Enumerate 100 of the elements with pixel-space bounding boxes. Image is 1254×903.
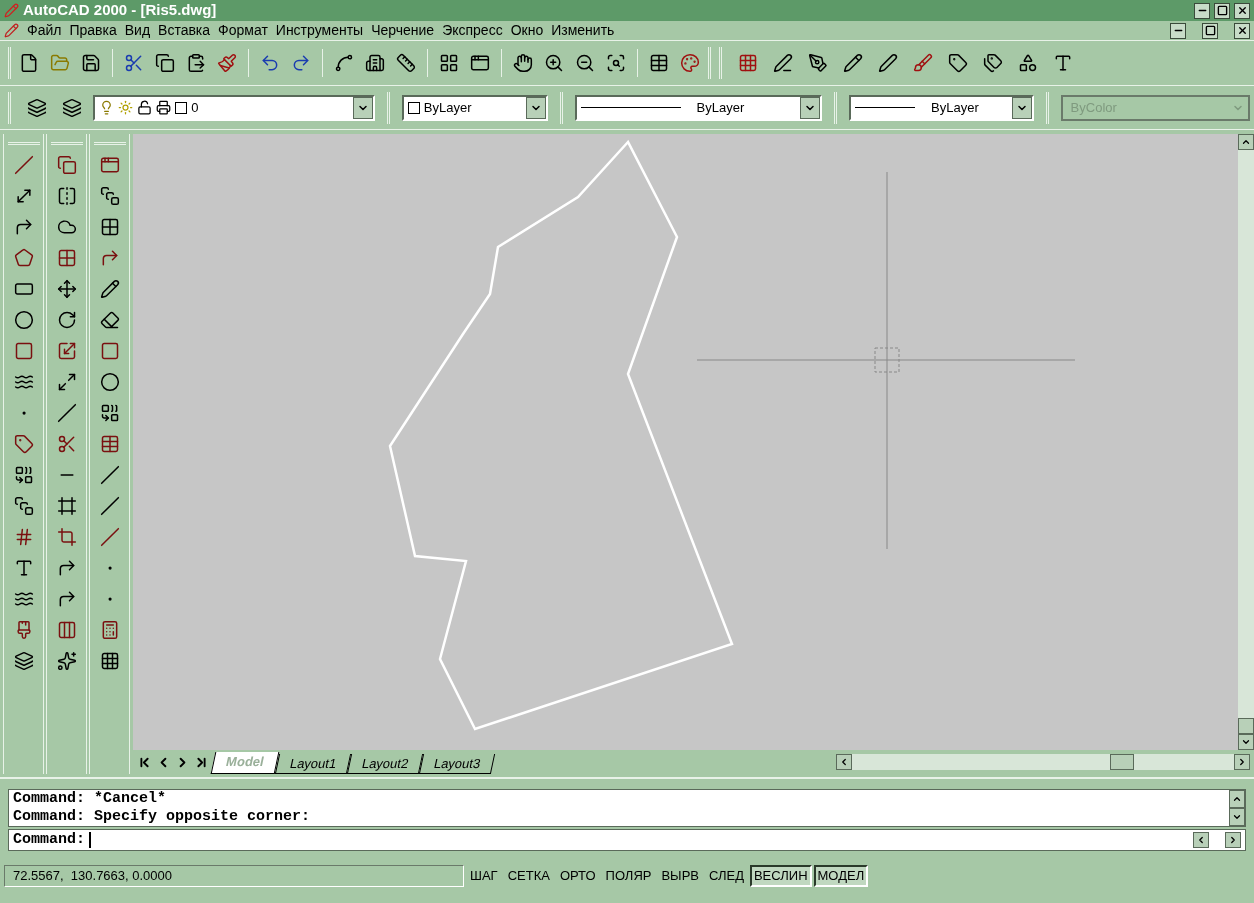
table-icon[interactable] [99, 433, 120, 454]
scroll-up-icon[interactable] [1232, 794, 1242, 804]
window-title: AutoCAD 2000 - [Ris5.dwg] [23, 0, 218, 21]
rotate-icon[interactable] [56, 309, 77, 330]
pen-line-icon[interactable] [773, 53, 793, 73]
circle-icon[interactable] [13, 309, 34, 330]
redo-icon[interactable] [291, 53, 311, 73]
grid-icon[interactable] [99, 216, 120, 237]
mode-toggle[interactable]: СЕТКА [503, 865, 554, 887]
color-dropdown[interactable]: ByLayer [401, 94, 548, 121]
layout-tab[interactable]: Layout1 [274, 754, 351, 774]
table-icon[interactable] [649, 53, 669, 73]
mirror-icon[interactable] [56, 185, 77, 206]
layer-dropdown[interactable]: 0 [93, 94, 375, 121]
menu-item[interactable]: Формат [218, 20, 268, 41]
zoom-window-icon[interactable] [606, 53, 626, 73]
square-icon[interactable] [13, 340, 34, 361]
scale-icon[interactable] [56, 340, 77, 361]
square-icon[interactable] [99, 340, 120, 361]
line-icon[interactable] [13, 154, 34, 175]
paste-icon[interactable] [186, 53, 206, 73]
save-icon[interactable] [81, 53, 101, 73]
pen-icon[interactable] [878, 53, 898, 73]
building-icon[interactable] [365, 53, 385, 73]
layer-stack-icon[interactable] [61, 97, 82, 118]
stretch-icon[interactable] [56, 371, 77, 392]
color-swatch [407, 101, 420, 114]
scroll-down-icon[interactable] [1232, 812, 1242, 822]
coordinates-readout: 72.5567, 130.7663, 0.0000 [4, 865, 464, 887]
close-icon[interactable] [1236, 5, 1248, 16]
eraser-icon[interactable] [99, 309, 120, 330]
menu-item[interactable]: Изменить [551, 20, 615, 41]
tag-icon[interactable] [13, 433, 34, 454]
menu-item[interactable]: Вид [124, 20, 151, 41]
brush-icon[interactable] [217, 53, 237, 73]
restore-icon[interactable] [1204, 25, 1216, 36]
zoom-in-icon[interactable] [544, 53, 564, 73]
scroll-right-icon[interactable] [1237, 757, 1247, 767]
move-icon[interactable] [56, 278, 77, 299]
tags-icon[interactable] [983, 53, 1003, 73]
app-logo-icon [4, 3, 19, 18]
brush-icon[interactable] [913, 53, 933, 73]
scroll-thumb[interactable] [1110, 754, 1134, 770]
menu-item[interactable]: Экспресс [442, 20, 503, 41]
stack-icon[interactable] [13, 495, 34, 516]
mode-toggle[interactable]: ПОЛЯР [601, 865, 656, 887]
scroll-right-icon[interactable] [1228, 835, 1238, 845]
linetype-dropdown[interactable]: ByLayer [574, 94, 823, 121]
undo-icon[interactable] [260, 53, 280, 73]
pan-hand-icon[interactable] [513, 53, 533, 73]
layers-icon[interactable] [13, 650, 34, 671]
pencil-icon[interactable] [99, 278, 120, 299]
text-cursor [89, 832, 91, 848]
copy-icon[interactable] [155, 53, 175, 73]
maximize-icon[interactable] [1216, 5, 1228, 16]
printer-icon[interactable] [156, 100, 172, 115]
layout-tab[interactable]: Layout2 [346, 754, 424, 774]
pentagon-icon[interactable] [13, 247, 34, 268]
mode-toggle[interactable]: СЛЕД [705, 865, 748, 887]
horizontal-scrollbar[interactable] [836, 754, 1250, 770]
close-icon[interactable] [1236, 25, 1248, 36]
text-style-icon[interactable] [1053, 53, 1073, 73]
menu-item[interactable]: Правка [69, 20, 117, 41]
mode-toggle[interactable]: ВЫРВ [657, 865, 703, 887]
command-input[interactable]: Command: [8, 829, 1246, 851]
window-icon[interactable] [470, 53, 490, 73]
pen-tool-icon[interactable] [808, 53, 828, 73]
lineweight-dropdown[interactable]: ByLayer [849, 94, 1034, 121]
cut-icon[interactable] [124, 53, 144, 73]
menu-item[interactable]: Файл [27, 20, 62, 41]
menu-item[interactable]: Инструменты [275, 20, 364, 41]
menu-item[interactable]: Окно [510, 20, 544, 41]
tag-icon[interactable] [948, 53, 968, 73]
line-sample [855, 107, 916, 108]
hatch-icon[interactable] [99, 650, 120, 671]
vertical-scrollbar[interactable] [1238, 134, 1254, 750]
menu-item[interactable]: Черчение [371, 20, 435, 41]
blocks-icon[interactable] [99, 185, 120, 206]
circle-icon[interactable] [99, 371, 120, 392]
array-icon[interactable] [56, 247, 77, 268]
grid-icon[interactable] [439, 53, 459, 73]
layout-tab[interactable]: Layout3 [418, 754, 496, 774]
zoom-out-icon[interactable] [575, 53, 595, 73]
mode-toggle[interactable]: ВЕСЛИН [749, 865, 812, 887]
copy-icon[interactable] [56, 154, 77, 175]
scroll-thumb[interactable] [1238, 718, 1254, 734]
scroll-up-icon[interactable] [1241, 137, 1251, 147]
mode-toggle[interactable]: ОРТО [555, 865, 600, 887]
scroll-left-icon[interactable] [1196, 835, 1206, 845]
scroll-down-icon[interactable] [1241, 737, 1251, 747]
palette-icon[interactable] [680, 53, 700, 73]
mode-toggle[interactable]: ШАГ [466, 865, 502, 887]
mode-toggle[interactable]: МОДЕЛ [813, 865, 869, 887]
ruler-icon[interactable] [396, 53, 416, 73]
new-file-icon[interactable] [19, 53, 39, 73]
trim-icon[interactable] [56, 433, 77, 454]
layers-icon[interactable] [26, 97, 47, 118]
unlock-icon[interactable] [137, 100, 153, 115]
pencil-icon[interactable] [843, 53, 863, 73]
menu-item[interactable]: Вставка [158, 20, 211, 41]
